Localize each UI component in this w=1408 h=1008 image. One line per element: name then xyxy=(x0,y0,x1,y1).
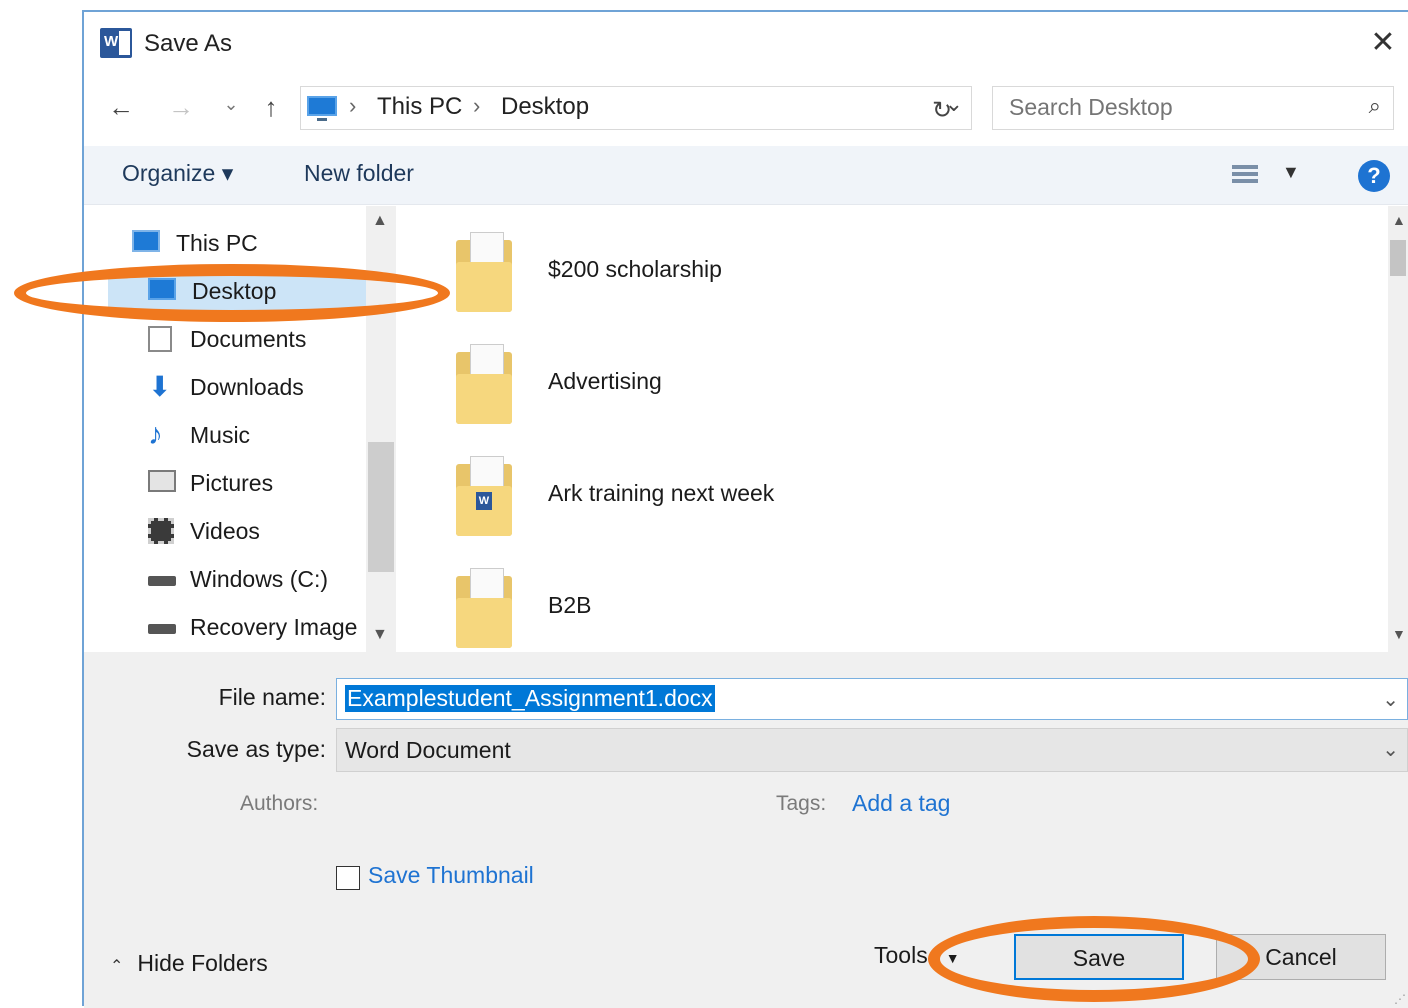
change-view-icon[interactable] xyxy=(1232,162,1258,186)
desktop-icon xyxy=(148,278,176,300)
help-icon[interactable]: ? xyxy=(1358,160,1390,192)
sidebar-item-videos[interactable]: Videos xyxy=(148,510,366,554)
dialog-title: Save As xyxy=(144,30,233,57)
close-icon[interactable]: ✕ xyxy=(1366,26,1400,60)
list-item[interactable]: Advertising xyxy=(456,330,1216,430)
file-name: B2B xyxy=(548,592,592,618)
sidebar-item-label: Desktop xyxy=(192,278,277,304)
add-tag-link[interactable]: Add a tag xyxy=(852,790,950,817)
view-options-dropdown-icon[interactable]: ▼ xyxy=(1282,162,1300,183)
chevron-up-icon: ⌃ xyxy=(110,958,124,975)
save-as-dialog: Save As ✕ ← → ⌄ ↑ › This PC › Desktop ⌄ … xyxy=(82,10,1408,1008)
navigation-bar: ← → ⌄ ↑ › This PC › Desktop ⌄ ↻ ⌕ xyxy=(84,82,1408,138)
file-name-input-value[interactable]: Examplestudent_Assignment1.docx xyxy=(345,685,715,712)
file-name-field[interactable]: Examplestudent_Assignment1.docx ⌄ xyxy=(336,678,1408,720)
documents-icon xyxy=(148,326,172,352)
sidebar-item-music[interactable]: ♪ Music xyxy=(148,414,366,458)
forward-arrow-icon[interactable]: → xyxy=(166,92,196,123)
sidebar-item-label: Pictures xyxy=(190,470,274,496)
scrollbar-thumb[interactable] xyxy=(368,442,394,572)
list-item[interactable]: $200 scholarship xyxy=(456,218,1216,318)
search-icon[interactable]: ⌕ xyxy=(1369,93,1381,119)
tools-menu-button[interactable]: Tools ▼ xyxy=(874,942,960,969)
new-folder-button[interactable]: New folder xyxy=(304,160,414,187)
breadcrumb-separator-icon: › xyxy=(349,93,357,118)
recent-locations-chevron-icon[interactable]: ⌄ xyxy=(216,94,246,115)
list-item[interactable]: B2B xyxy=(456,554,1216,654)
command-bar: Organize ▾ New folder ▼ ? xyxy=(84,146,1408,205)
scroll-down-icon[interactable]: ▼ xyxy=(372,626,388,644)
hide-folders-button[interactable]: ⌃ Hide Folders xyxy=(110,950,268,977)
sidebar-item-label: Documents xyxy=(190,326,307,352)
chevron-down-icon: ▼ xyxy=(945,950,960,966)
hide-folders-label: Hide Folders xyxy=(137,950,268,976)
music-icon: ♪ xyxy=(148,418,163,451)
resize-grip-icon[interactable]: ⋰ xyxy=(1394,992,1406,1006)
save-as-type-value: Word Document xyxy=(345,737,511,763)
search-input[interactable] xyxy=(1007,93,1341,122)
download-icon: ⬇ xyxy=(148,371,172,402)
sidebar-item-label: Downloads xyxy=(190,374,304,400)
sidebar-item-label: Music xyxy=(190,422,251,448)
sidebar-item-documents[interactable]: Documents xyxy=(148,318,366,362)
breadcrumb-this-pc[interactable]: This PC xyxy=(377,93,462,121)
word-icon xyxy=(100,28,132,58)
sidebar-item-desktop[interactable]: Desktop xyxy=(108,270,366,314)
scroll-down-icon[interactable]: ▼ xyxy=(1392,626,1406,642)
tools-label: Tools xyxy=(874,942,928,968)
folder-icon xyxy=(456,232,512,312)
chevron-down-icon[interactable]: ⌄ xyxy=(1382,687,1399,712)
navigation-pane: This PC Desktop Documents ⬇ Downloads ♪ … xyxy=(84,206,396,652)
authors-label: Authors: xyxy=(240,792,319,815)
sidebar-item-windows-c[interactable]: Windows (C:) xyxy=(148,558,366,602)
sidebar-item-label: Videos xyxy=(190,518,260,544)
save-button[interactable]: Save xyxy=(1014,934,1184,980)
scrollbar-thumb[interactable] xyxy=(1390,240,1406,276)
tags-label: Tags: xyxy=(776,792,827,815)
save-thumbnail-checkbox[interactable] xyxy=(336,866,360,890)
drive-icon xyxy=(148,624,176,634)
title-bar: Save As ✕ xyxy=(84,12,1408,76)
scroll-up-icon[interactable]: ▲ xyxy=(1392,212,1406,228)
scroll-up-icon[interactable]: ▲ xyxy=(372,212,388,230)
sidebar-item-label: Recovery Image xyxy=(190,614,358,640)
up-arrow-icon[interactable]: ↑ xyxy=(256,92,286,123)
sidebar-item-label: This PC xyxy=(176,230,258,256)
folder-icon xyxy=(456,568,512,648)
breadcrumb-desktop[interactable]: Desktop xyxy=(501,93,589,121)
address-bar[interactable]: › This PC › Desktop ⌄ xyxy=(300,86,972,130)
file-list: $200 scholarship Advertising W Ark train… xyxy=(396,206,1408,652)
save-thumbnail-label[interactable]: Save Thumbnail xyxy=(368,862,534,889)
navigation-pane-scrollbar[interactable]: ▲ ▼ xyxy=(366,206,396,652)
back-arrow-icon[interactable]: ← xyxy=(106,92,136,123)
refresh-icon[interactable]: ↻ xyxy=(932,96,952,125)
folder-icon: W xyxy=(456,456,512,536)
save-as-type-label: Save as type: xyxy=(186,736,326,762)
sidebar-item-pictures[interactable]: Pictures xyxy=(148,462,366,506)
sidebar-item-this-pc[interactable]: This PC xyxy=(132,222,352,266)
sidebar-item-recovery-image[interactable]: Recovery Image xyxy=(148,606,366,650)
pictures-icon xyxy=(148,470,176,492)
videos-icon xyxy=(148,518,174,544)
organize-button[interactable]: Organize ▾ xyxy=(122,160,233,187)
search-box[interactable]: ⌕ xyxy=(992,86,1394,130)
list-item[interactable]: W Ark training next week xyxy=(456,442,1216,542)
file-name: Ark training next week xyxy=(548,480,775,506)
sidebar-item-downloads[interactable]: ⬇ Downloads xyxy=(148,366,366,410)
monitor-icon xyxy=(132,230,160,252)
folder-icon xyxy=(456,344,512,424)
save-as-type-select[interactable]: Word Document ⌄ xyxy=(336,728,1408,772)
cancel-button[interactable]: Cancel xyxy=(1216,934,1386,980)
file-list-scrollbar[interactable]: ▲ ▼ xyxy=(1388,206,1408,652)
this-pc-icon xyxy=(307,96,337,121)
chevron-down-icon[interactable]: ⌄ xyxy=(1382,737,1399,762)
sidebar-item-label: Windows (C:) xyxy=(190,566,329,592)
drive-icon xyxy=(148,576,176,586)
breadcrumb-separator-icon: › xyxy=(473,93,481,118)
file-name-label: File name: xyxy=(218,684,326,710)
file-name: $200 scholarship xyxy=(548,256,722,282)
file-name: Advertising xyxy=(548,368,662,394)
